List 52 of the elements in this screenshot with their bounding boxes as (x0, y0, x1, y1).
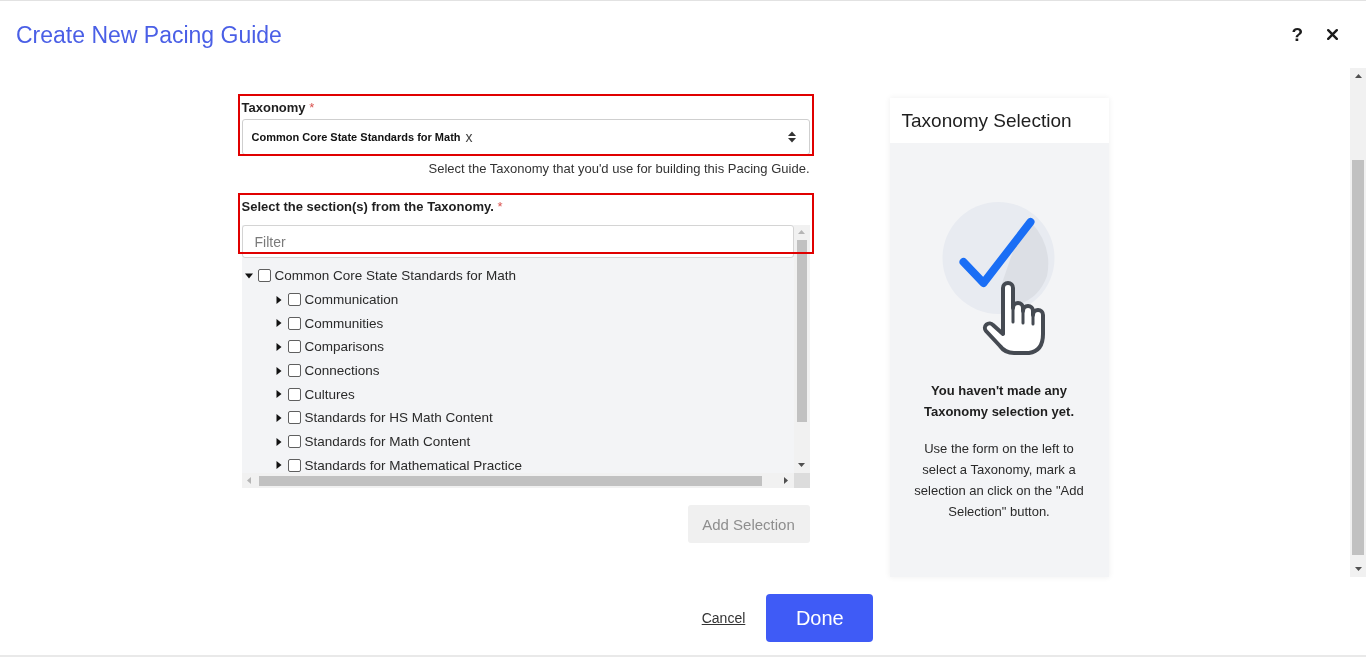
tree-item[interactable]: Connections (304, 363, 380, 379)
checkbox[interactable] (287, 364, 301, 378)
cancel-link[interactable]: Cancel (701, 594, 746, 642)
tree-item[interactable]: Comparisons (304, 339, 385, 355)
vertical-scrollbar[interactable] (793, 225, 810, 473)
checkbox[interactable] (287, 340, 301, 354)
caret-icon[interactable] (274, 366, 283, 375)
tree-item[interactable]: Communities (304, 315, 384, 331)
caret-icon[interactable] (274, 413, 283, 422)
caret-icon[interactable] (274, 342, 283, 351)
tree-item[interactable]: Communication (304, 292, 399, 308)
field-label: Taxonomy * (241, 99, 315, 117)
caret-icon[interactable] (274, 461, 283, 470)
scrollbar-thumb[interactable] (796, 240, 807, 422)
tree-item[interactable]: Cultures (304, 386, 355, 402)
scroll-up-arrow-icon[interactable] (1354, 74, 1362, 78)
checkbox[interactable] (287, 316, 301, 330)
field-hint: Select the Taxonomy that you'd use for building this Pacing Guide. (428, 160, 810, 178)
caret-icon[interactable] (274, 390, 283, 399)
checkbox[interactable] (257, 269, 271, 283)
scrollbar-thumb[interactable] (258, 475, 762, 486)
tree-item[interactable]: Standards for Mathematical Practice (304, 457, 523, 473)
help-button[interactable]: ? (1289, 23, 1305, 46)
caret-icon[interactable] (274, 319, 283, 328)
checkbox[interactable] (287, 387, 301, 401)
panel-title: Taxonomy Selection (889, 98, 1109, 143)
dialog-title: Create New Pacing Guide (16, 20, 283, 50)
done-button[interactable]: Done (766, 594, 874, 642)
tree-item[interactable]: Standards for Math Content (304, 434, 471, 450)
sort-arrows-icon (787, 131, 796, 143)
scrollbar-thumb[interactable] (1352, 160, 1364, 555)
clear-button[interactable]: x (465, 129, 473, 145)
field-label: Select the section(s) from the Taxonomy. * (241, 198, 503, 216)
checkbox[interactable] (287, 411, 301, 425)
page-scrollbar[interactable] (1350, 68, 1366, 577)
caret-icon[interactable] (274, 437, 283, 446)
horizontal-scrollbar[interactable] (241, 473, 794, 488)
checkbox[interactable] (287, 458, 301, 472)
scroll-down-arrow-icon[interactable] (798, 463, 805, 467)
checkbox[interactable] (287, 293, 301, 307)
empty-state-message: Use the form on the left to select a Taxonomy, mark a selection an click on the "Add Selection" button. (913, 440, 1085, 521)
close-icon[interactable] (1327, 29, 1338, 40)
tree-item[interactable]: Standards for HS Math Content (304, 410, 493, 426)
checkbox[interactable] (287, 435, 301, 449)
scroll-right-arrow-icon[interactable] (783, 477, 788, 484)
caret-icon[interactable] (274, 295, 283, 304)
tree-item[interactable]: Common Core State Standards for Math (274, 268, 517, 284)
taxonomy-select[interactable]: Common Core State Standards for Math x (241, 119, 810, 155)
scroll-down-arrow-icon[interactable] (1354, 567, 1362, 571)
empty-state-title: You haven't made any Taxonomy selection yet. (923, 382, 1075, 421)
filter-field[interactable]: Filter (241, 225, 794, 258)
caret-icon[interactable] (244, 271, 253, 280)
